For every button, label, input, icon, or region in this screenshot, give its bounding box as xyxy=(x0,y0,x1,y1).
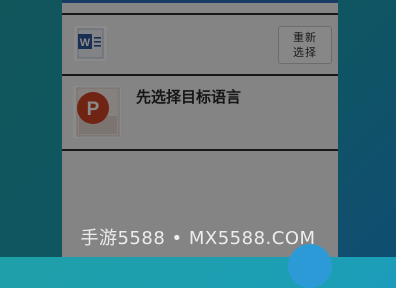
watermark: 手游5588 • MX5588.COM xyxy=(80,228,316,249)
dim-overlay xyxy=(0,0,396,257)
floating-action-button[interactable] xyxy=(288,244,332,288)
